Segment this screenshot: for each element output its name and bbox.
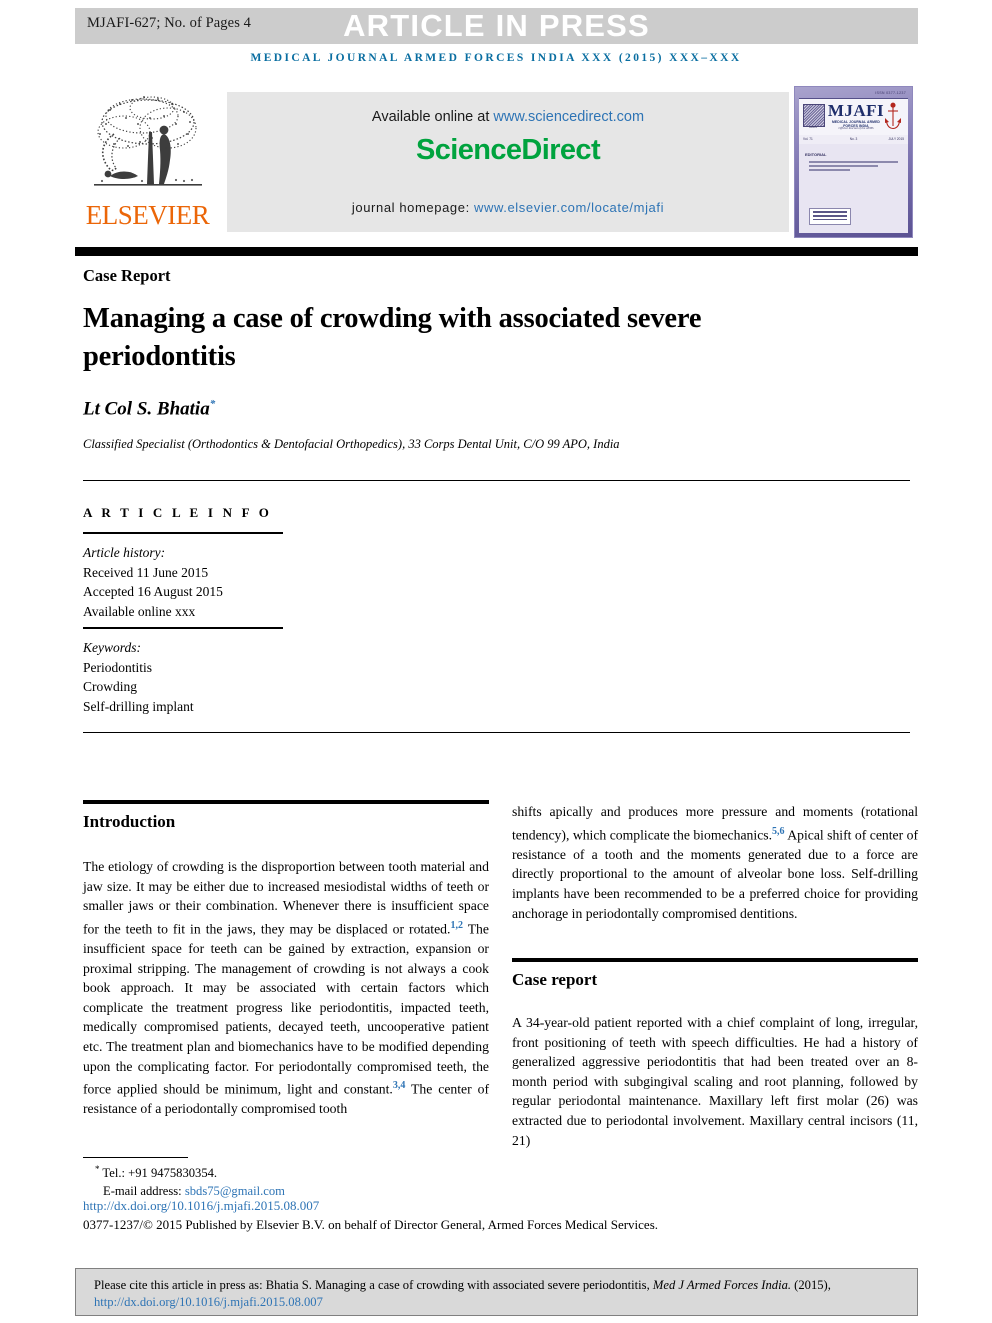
- article-history-label: Article history:: [83, 545, 166, 560]
- article-history-block: Article history: Received 11 June 2015 A…: [83, 543, 223, 621]
- article-info-mid-rule: [83, 627, 283, 629]
- available-online-date: Available online xxx: [83, 603, 196, 619]
- cover-volume: Vol. 71: [803, 137, 813, 141]
- cover-body: EDITORIAL: [799, 144, 908, 233]
- journal-running-head: MEDICAL JOURNAL ARMED FORCES INDIA XXX (…: [250, 52, 742, 64]
- journal-homepage-link[interactable]: www.elsevier.com/locate/mjafi: [474, 200, 664, 215]
- telephone-value: Tel.: +91 9475830354.: [99, 1166, 218, 1181]
- affiliation-divider-rule: [83, 480, 910, 481]
- footnote-rule: [83, 1157, 188, 1158]
- introduction-section-rule: [83, 800, 489, 804]
- afms-crest-icon: [803, 104, 825, 127]
- copyright-line: 0377-1237/© 2015 Published by Elsevier B…: [83, 1217, 659, 1232]
- paragraph: A 34-year-old patient reported with a ch…: [512, 1015, 918, 1148]
- received-date: Received 11 June 2015: [83, 564, 209, 580]
- elsevier-wordmark: ELSEVIER: [85, 200, 210, 230]
- article-in-press-label: ARTICLE IN PRESS: [343, 8, 650, 43]
- cite-this-article-box: Please cite this article in press as: Bh…: [75, 1268, 918, 1316]
- paragraph: The etiology of crowding is the dispropo…: [83, 857, 489, 1119]
- article-info-bottom-rule: [83, 732, 910, 733]
- article-type-kicker: Case Report: [83, 266, 171, 285]
- cite-year: (2015),: [791, 1278, 831, 1292]
- available-online-line: Available online at www.sciencedirect.co…: [227, 109, 789, 125]
- telephone-line: * Tel.: +91 9475830354.: [83, 1161, 913, 1183]
- accepted-date: Accepted 16 August 2015: [83, 584, 223, 599]
- paragraph: shifts apically and produces more pressu…: [512, 802, 918, 923]
- keyword-item: Periodontitis: [83, 659, 153, 675]
- author-name-text: Lt Col S. Bhatia: [83, 398, 210, 420]
- case-report-section-rule: [512, 958, 918, 962]
- journal-homepage-prefix: journal homepage:: [351, 200, 475, 215]
- keywords-block: Keywords: Periodontitis Crowding Self-dr…: [83, 638, 194, 716]
- doi-link[interactable]: http://dx.doi.org/10.1016/j.mjafi.2015.0…: [83, 1198, 319, 1214]
- article-info-heading: A R T I C L E I N F O: [83, 505, 273, 520]
- page-title: Managing a case of crowding with associa…: [83, 303, 702, 372]
- cover-subtitle-2: Official Journal of the AFMS: [838, 126, 874, 130]
- intro-text-2: The insufficient space for teeth can be …: [83, 921, 489, 1097]
- article-info-top-rule: [83, 532, 283, 534]
- citation-ref[interactable]: 5,6: [772, 826, 785, 837]
- cover-issn: ISSN 0377-1237: [875, 91, 906, 95]
- citation-ref[interactable]: 3,4: [393, 1080, 406, 1091]
- footnote-block: * Tel.: +91 9475830354. E-mail address: …: [83, 1161, 913, 1200]
- cover-title: MJAFI: [827, 101, 885, 120]
- cite-prefix: Please cite this article in press as: Bh…: [94, 1278, 653, 1292]
- section-heading-introduction: Introduction: [83, 812, 176, 831]
- cite-journal-name: Med J Armed Forces India.: [652, 1278, 792, 1292]
- cite-this-article-text: Please cite this article in press as: Bh…: [94, 1277, 903, 1311]
- cite-doi-link[interactable]: http://dx.doi.org/10.1016/j.mjafi.2015.0…: [94, 1295, 323, 1309]
- sciencedirect-panel: Available online at www.sciencedirect.co…: [227, 92, 789, 232]
- cover-masthead: AFMS MJAFI MEDICAL JOURNAL ARMED FORCES …: [799, 98, 908, 136]
- right-column-continuation-text: shifts apically and produces more pressu…: [512, 802, 918, 923]
- cover-content-lines: [809, 161, 898, 173]
- journal-article-page: MJAFI-627; No. of Pages 4 ARTICLE IN PRE…: [0, 0, 992, 1323]
- available-online-prefix: Available online at: [371, 109, 494, 125]
- citation-ref[interactable]: 1,2: [450, 920, 463, 931]
- case-report-body-text: A 34-year-old patient reported with a ch…: [512, 1013, 918, 1150]
- cover-emblem-left-label: AFMS: [809, 125, 817, 129]
- introduction-body-text: The etiology of crowding is the dispropo…: [83, 857, 489, 1119]
- article-in-press-banner: MJAFI-627; No. of Pages 4 ARTICLE IN PRE…: [75, 8, 918, 44]
- keyword-item: Self-drilling implant: [83, 698, 194, 714]
- journal-cover-thumbnail: ISSN 0377-1237 AFMS MJAFI MEDICAL JOURNA…: [794, 86, 913, 238]
- journal-homepage-line: journal homepage: www.elsevier.com/locat…: [227, 200, 789, 215]
- author-name: Lt Col S. Bhatia*: [83, 398, 215, 420]
- anchor-emblem-icon: [885, 102, 901, 130]
- cover-date: JULY 2015: [888, 137, 904, 141]
- cover-number: No. 3: [849, 137, 858, 141]
- elsevier-logo: ELSEVIER: [80, 88, 215, 240]
- email-link[interactable]: sbds75@gmail.com: [185, 1184, 285, 1198]
- masthead-divider-rule: [75, 247, 918, 256]
- masthead: ELSEVIER Available online at www.science…: [75, 86, 918, 240]
- author-affiliation: Classified Specialist (Orthodontics & De…: [83, 437, 620, 451]
- corresponding-author-marker: *: [209, 398, 216, 410]
- sciencedirect-url-link[interactable]: www.sciencedirect.com: [493, 109, 644, 125]
- sciencedirect-wordmark: ScienceDirect: [415, 134, 601, 166]
- cover-content-heading: EDITORIAL: [805, 152, 827, 157]
- keywords-label: Keywords:: [83, 640, 141, 655]
- cover-footer-badge: [809, 208, 851, 225]
- keyword-item: Crowding: [83, 679, 137, 694]
- email-label: E-mail address:: [103, 1183, 185, 1198]
- intro-text-1: The etiology of crowding is the dispropo…: [83, 859, 489, 937]
- section-heading-case-report: Case report: [512, 970, 598, 989]
- elsevier-tree-icon: [94, 96, 202, 186]
